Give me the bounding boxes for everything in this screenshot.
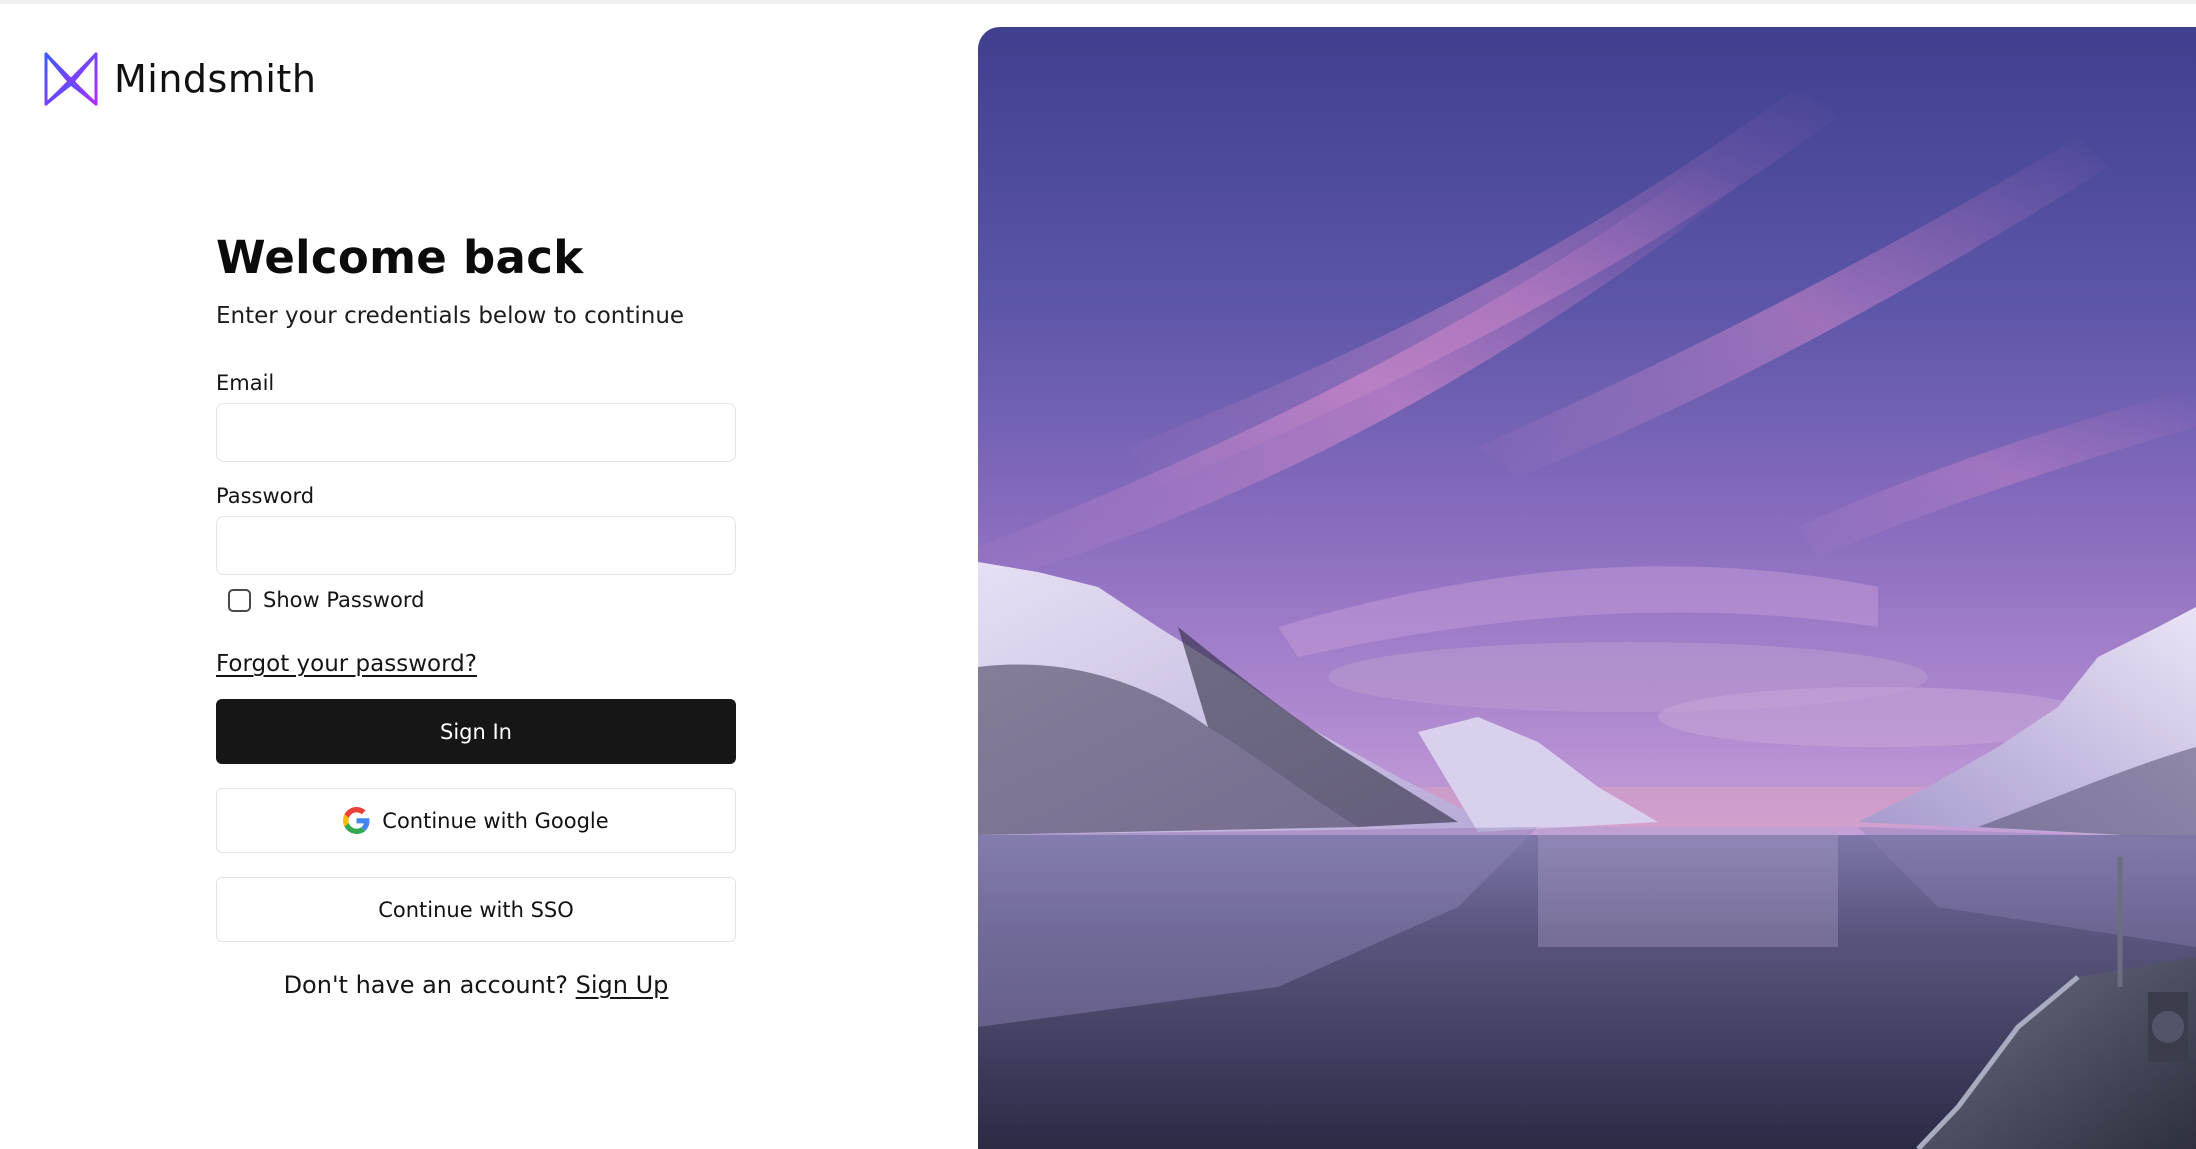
login-form: Welcome back Enter your credentials belo…	[216, 228, 736, 1002]
page-title: Welcome back	[216, 231, 584, 284]
show-password-checkbox[interactable]	[228, 588, 251, 612]
forgot-password-link[interactable]: Forgot your password?	[216, 649, 477, 679]
show-password-toggle[interactable]: Show Password	[228, 585, 736, 615]
continue-with-google-button[interactable]: Continue with Google	[216, 788, 736, 853]
login-page: Mindsmith Welcome back Enter your creden…	[0, 0, 2196, 1149]
brand-name: Mindsmith	[114, 57, 317, 101]
no-account-text: Don't have an account?	[283, 971, 568, 999]
sign-in-label: Sign In	[440, 719, 512, 744]
top-border	[0, 0, 2196, 4]
sign-in-button[interactable]: Sign In	[216, 699, 736, 764]
password-label: Password	[216, 484, 315, 508]
google-g-icon	[343, 807, 370, 834]
page-subtitle: Enter your credentials below to continue	[216, 303, 685, 329]
email-label: Email	[216, 371, 275, 395]
google-button-label: Continue with Google	[382, 808, 609, 833]
continue-with-sso-button[interactable]: Continue with SSO	[216, 877, 736, 942]
password-field[interactable]	[216, 516, 736, 575]
hero-image	[978, 27, 2196, 1149]
brand-logo[interactable]: Mindsmith	[42, 50, 316, 108]
snowy-fjord-sunset-photo	[978, 27, 2196, 1149]
show-password-label: Show Password	[263, 588, 425, 612]
email-field[interactable]	[216, 403, 736, 462]
mindsmith-m-logo-icon	[44, 52, 98, 106]
signup-prompt: Don't have an account? Sign Up	[216, 968, 736, 1002]
sign-up-link[interactable]: Sign Up	[576, 971, 669, 999]
sso-button-label: Continue with SSO	[378, 897, 574, 922]
